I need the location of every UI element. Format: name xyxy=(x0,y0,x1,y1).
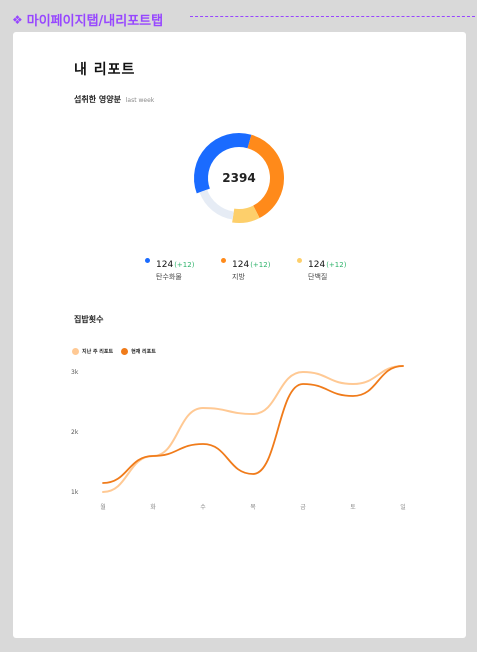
nutrient-section-title: 섭취한 영양분 last week xyxy=(74,94,154,105)
component-icon: ❖ xyxy=(12,12,23,27)
legend-name: 탄수화물 xyxy=(156,273,182,281)
legend-value: 124 xyxy=(156,260,174,270)
legend-name: 지방 xyxy=(232,273,245,281)
y-tick-label: 1k xyxy=(71,489,79,496)
x-tick-label: 일 xyxy=(400,503,406,511)
legend-dot xyxy=(72,348,79,355)
x-tick-label: 금 xyxy=(300,504,306,511)
x-tick-label: 화 xyxy=(150,504,156,511)
home-meals-line-chart: 1k 2k 3k 월 화 수 목 금 토 일 xyxy=(71,365,406,511)
legend-current: 현재 리포트 xyxy=(121,348,156,355)
frame-label-text: 마이페이지탭/내리포트탭 xyxy=(26,14,164,29)
home-meals-title: 집밥횟수 xyxy=(74,315,104,324)
legend-item-carbs: 124(+12) 탄수화물 xyxy=(145,252,201,282)
frame-divider xyxy=(190,16,475,17)
legend-value: 124 xyxy=(308,260,326,270)
x-tick-label: 월 xyxy=(100,503,106,511)
legend-item-fat: 124(+12) 지방 xyxy=(221,252,277,282)
legend-value: 124 xyxy=(232,260,250,270)
legend-label: 지난 주 리포트 xyxy=(82,349,114,355)
legend-delta: (+12) xyxy=(174,261,195,269)
legend-dot xyxy=(297,258,302,263)
legend-delta: (+12) xyxy=(326,261,347,269)
legend-dot xyxy=(145,258,150,263)
y-tick-label: 3k xyxy=(71,369,79,376)
legend-label: 현재 리포트 xyxy=(131,349,156,355)
frame-label: ❖ 마이페이지탭/내리포트탭 xyxy=(12,10,164,30)
y-tick-label: 2k xyxy=(71,429,79,436)
x-tick-label: 수 xyxy=(200,504,206,511)
legend-item-protein: 124(+12) 단백질 xyxy=(297,252,353,282)
nutrient-donut-chart: 2394 xyxy=(191,130,287,226)
donut-total: 2394 xyxy=(222,171,256,185)
legend-delta: (+12) xyxy=(250,261,271,269)
legend-name: 단백질 xyxy=(308,273,328,281)
x-tick-label: 목 xyxy=(250,504,256,511)
nutrient-legend: 124(+12) 탄수화물 124(+12) 지방 124(+12) 단백질 xyxy=(145,252,353,282)
legend-last-week: 지난 주 리포트 xyxy=(72,348,113,355)
line-chart-legend: 지난 주 리포트 현재 리포트 xyxy=(72,348,156,355)
legend-dot xyxy=(221,258,226,263)
page-title: 내 리포트 xyxy=(74,62,136,78)
nutrient-subtitle: last week xyxy=(125,97,155,104)
nutrient-title: 섭취한 영양분 xyxy=(74,95,121,104)
x-tick-label: 토 xyxy=(350,504,356,511)
legend-dot xyxy=(121,348,129,355)
report-card: 내 리포트 섭취한 영양분 last week 2394 124(+12) 탄수… xyxy=(13,32,466,638)
